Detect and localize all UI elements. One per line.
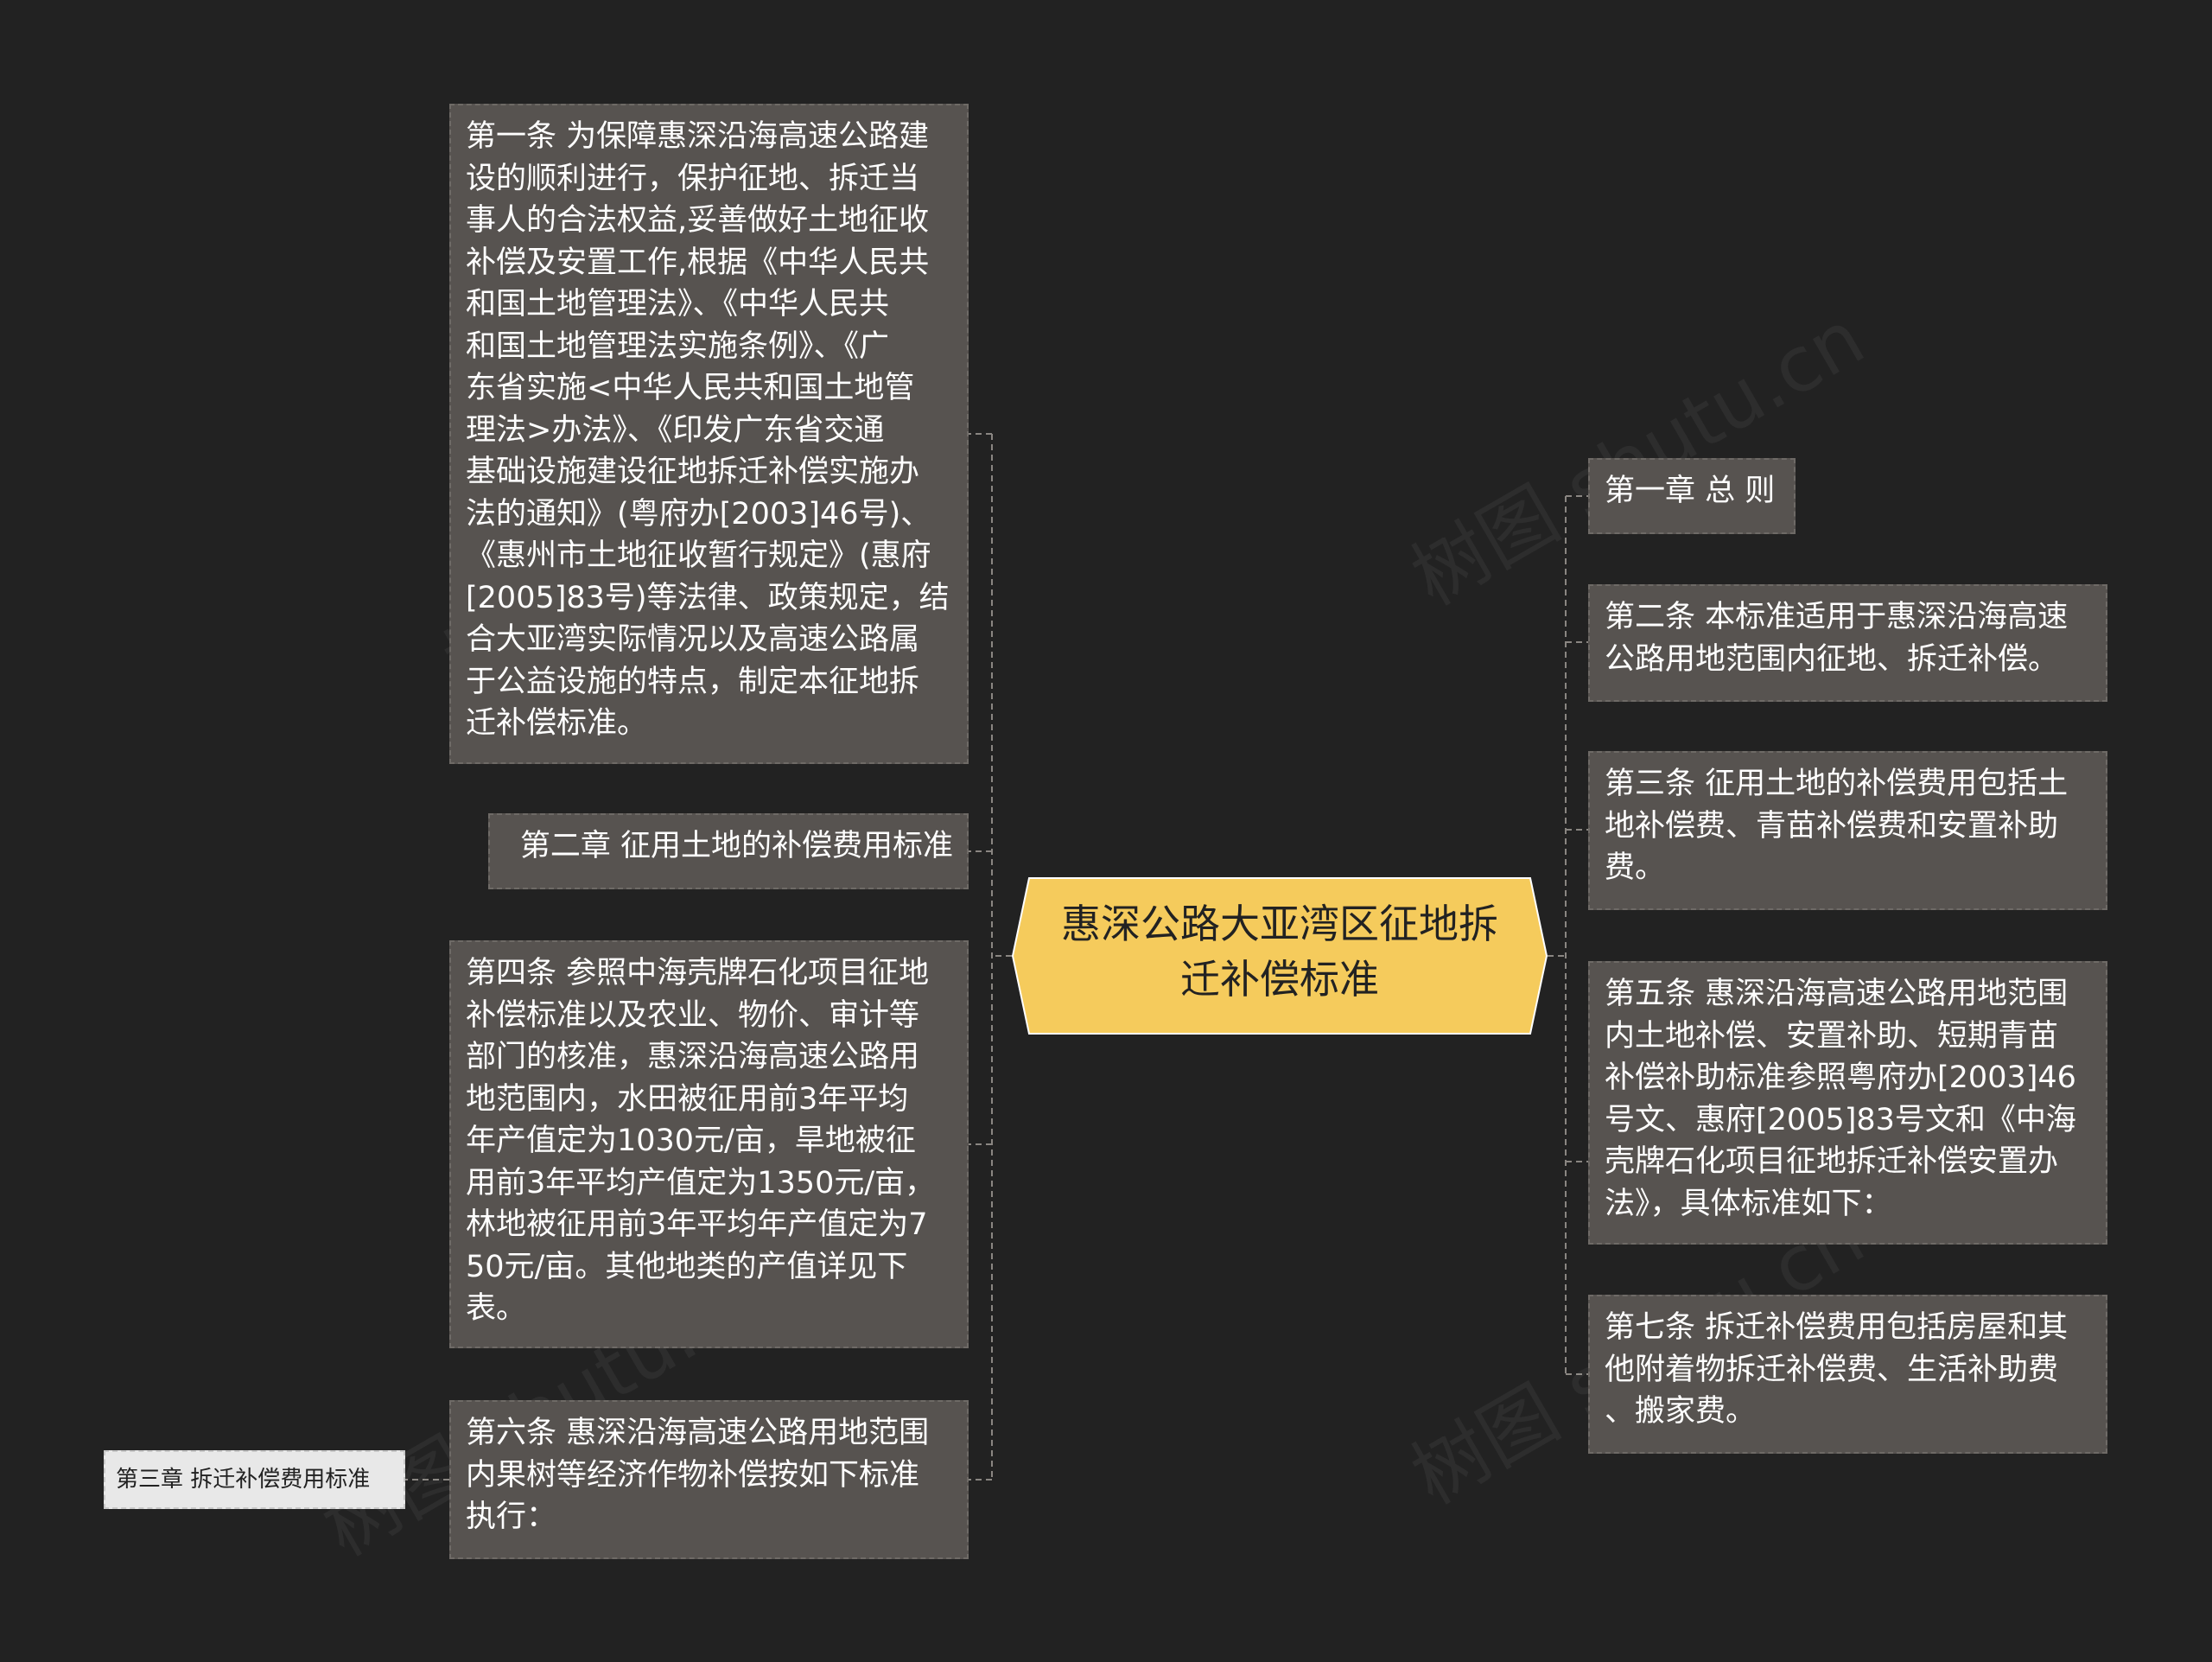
node-chapter-3[interactable]: 第三章 拆迁补偿费用标准 [104, 1450, 405, 1509]
node-article-4[interactable]: 第四条 参照中海壳牌石化项目征地 补偿标准以及农业、物价、审计等 部门的核准，惠… [449, 940, 969, 1348]
center-node[interactable]: 惠深公路大亚湾区征地拆 迁补偿标准 [1012, 877, 1548, 1035]
node-article-1[interactable]: 第一条 为保障惠深沿海高速公路建 设的顺利进行，保护征地、拆迁当 事人的合法权益… [449, 104, 969, 764]
node-article-2[interactable]: 第二条 本标准适用于惠深沿海高速 公路用地范围内征地、拆迁补偿。 [1588, 584, 2107, 702]
node-chapter-2[interactable]: 第二章 征用土地的补偿费用标准 [488, 813, 969, 889]
node-article-3[interactable]: 第三条 征用土地的补偿费用包括土 地补偿费、青苗补偿费和安置补助 费。 [1588, 751, 2107, 910]
node-chapter-1[interactable]: 第一章 总 则 [1588, 458, 1796, 534]
mindmap-canvas: 树图 shutu.cn 树图 shutu.cn 树图 shutu.cn 树图 s… [0, 0, 2212, 1662]
node-article-5[interactable]: 第五条 惠深沿海高速公路用地范围 内土地补偿、安置补助、短期青苗 补偿补助标准参… [1588, 961, 2107, 1245]
center-title: 惠深公路大亚湾区征地拆 迁补偿标准 [1061, 901, 1498, 1003]
node-article-6[interactable]: 第六条 惠深沿海高速公路用地范围 内果树等经济作物补偿按如下标准 执行： [449, 1400, 969, 1559]
node-article-7[interactable]: 第七条 拆迁补偿费用包括房屋和其 他附着物拆迁补偿费、生活补助费 、搬家费。 [1588, 1295, 2107, 1454]
